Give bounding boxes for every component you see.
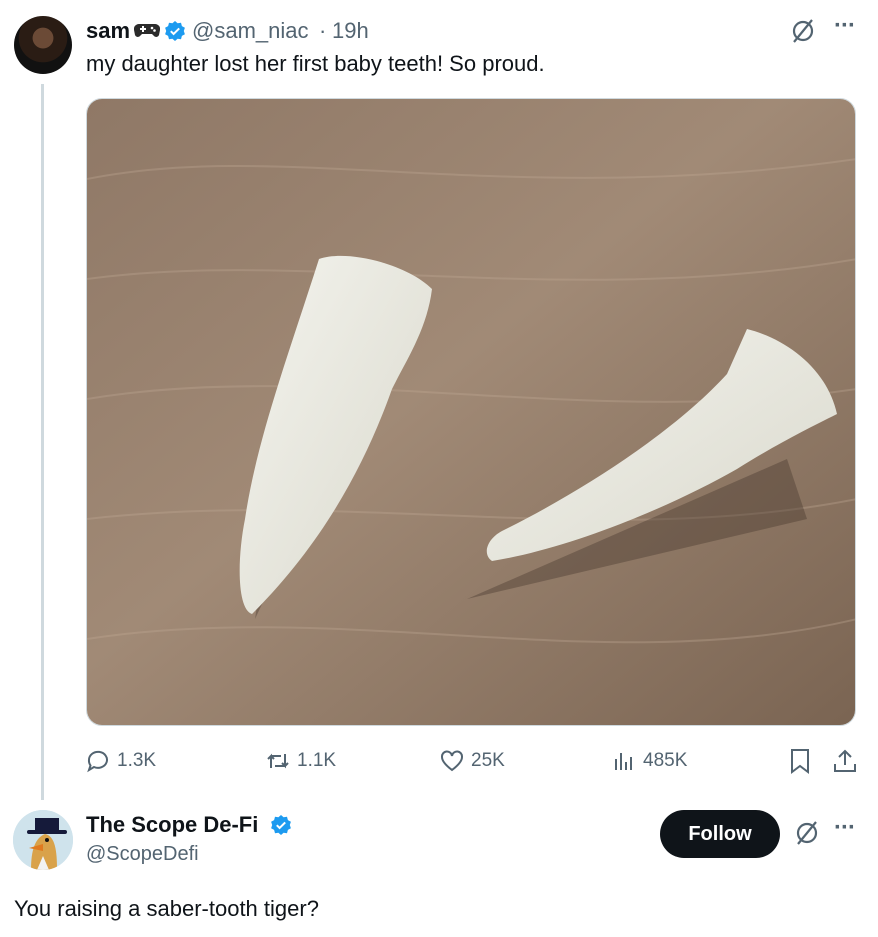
reply-button[interactable]: 1.3K (86, 746, 156, 776)
tweet-photo[interactable] (86, 98, 856, 726)
duck-with-top-hat-icon (13, 810, 73, 870)
verified-badge-icon (165, 21, 185, 41)
teeth-photo (87, 99, 855, 725)
repost-button[interactable]: 1.1K (266, 746, 336, 776)
bookmark-icon[interactable] (788, 748, 812, 774)
like-button[interactable]: 25K (440, 746, 505, 776)
gamepad-icon (134, 23, 160, 37)
reply-author-avatar[interactable] (13, 810, 73, 870)
tweet-text: my daughter lost her first baby teeth! S… (86, 51, 545, 76)
reply-text: You raising a saber-tooth tiger? (14, 896, 319, 921)
reply-author-name[interactable]: The Scope De-Fi (86, 812, 258, 838)
reply-count: 1.3K (117, 750, 157, 771)
grok-icon[interactable] (790, 18, 816, 44)
follow-button[interactable]: Follow (660, 810, 780, 858)
author-avatar[interactable] (14, 16, 72, 74)
repost-count: 1.1K (297, 750, 337, 771)
verified-badge-icon (271, 815, 291, 835)
author-name[interactable]: sam (86, 18, 130, 44)
grok-icon[interactable] (794, 820, 820, 846)
share-icon[interactable] (832, 748, 858, 774)
like-count: 25K (471, 750, 505, 771)
reply-icon (87, 750, 108, 773)
repost-icon (267, 753, 289, 769)
separator-dot: · (319, 18, 327, 43)
more-options-icon[interactable]: ··· (834, 12, 856, 40)
timestamp[interactable]: 19h (332, 18, 369, 44)
thread-line (41, 84, 44, 800)
views-count: 485K (643, 750, 688, 771)
analytics-icon (615, 753, 632, 770)
views-button[interactable]: 485K (612, 746, 687, 776)
reply-author-handle[interactable]: @ScopeDefi (86, 843, 199, 866)
author-handle[interactable]: @sam_niac (192, 18, 309, 44)
more-options-icon[interactable]: ··· (834, 814, 856, 842)
heart-icon (441, 750, 463, 772)
